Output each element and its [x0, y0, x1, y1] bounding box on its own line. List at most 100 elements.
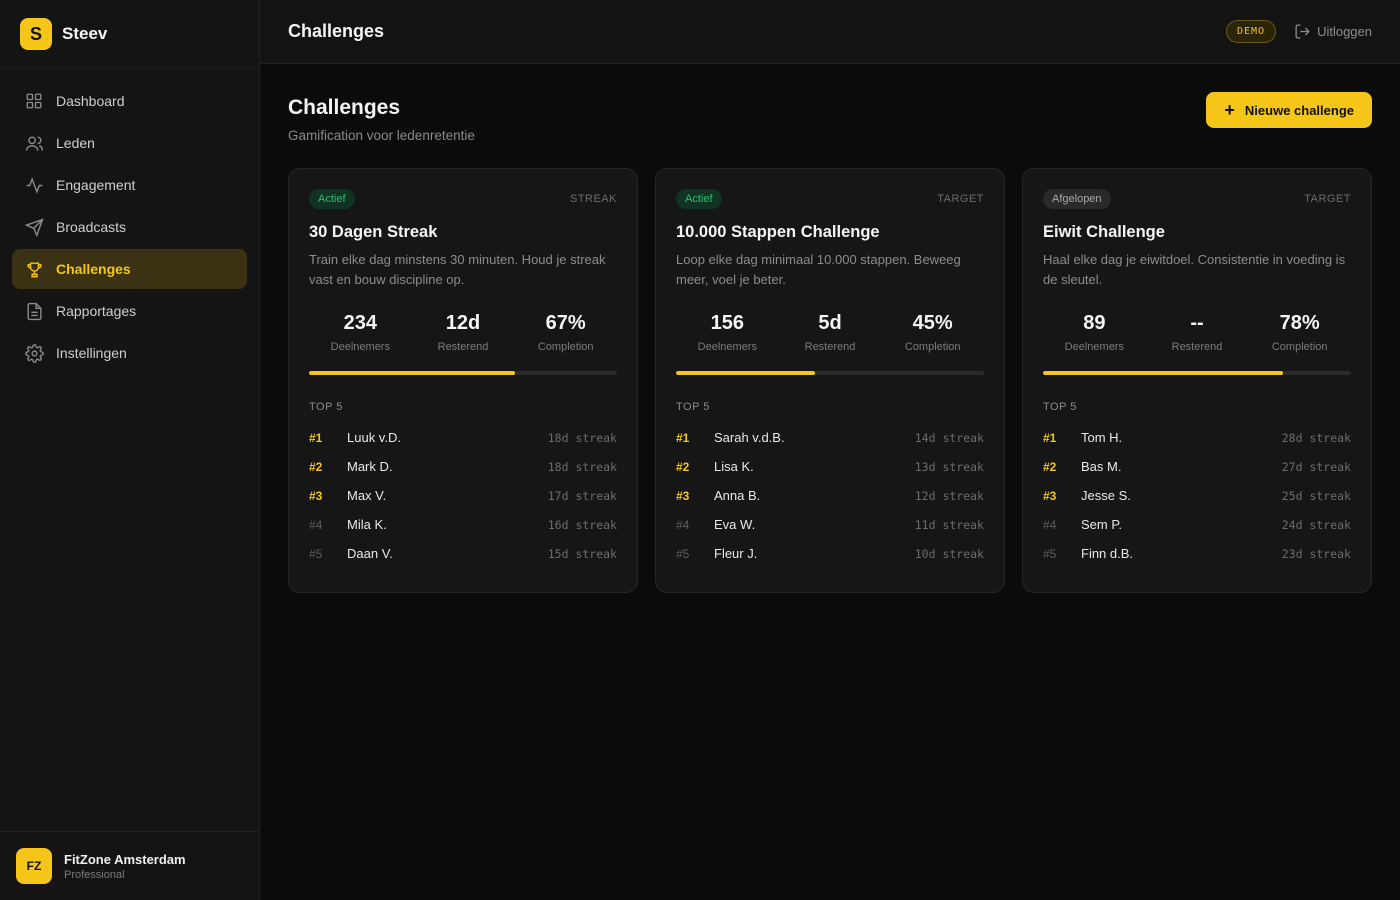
rank: #4	[676, 517, 690, 532]
challenge-title: 10.000 Stappen Challenge	[676, 223, 880, 241]
member-name: Max V.	[347, 488, 387, 503]
challenge-type: TARGET	[937, 193, 984, 205]
list-item[interactable]: #2 Bas M. 27d streak	[1043, 452, 1351, 481]
new-challenge-button[interactable]: + Nieuwe challenge	[1206, 92, 1372, 128]
org-switcher[interactable]: FZ FitZone Amsterdam Professional	[0, 831, 259, 900]
rank: #5	[676, 546, 690, 561]
demo-badge: DEMO	[1225, 20, 1277, 43]
logout-button[interactable]: Uitloggen	[1294, 23, 1372, 40]
progress-fill	[309, 371, 516, 375]
list-item[interactable]: #1 Sarah v.d.B. 14d streak	[676, 423, 984, 452]
list-item[interactable]: #5 Daan V. 15d streak	[309, 539, 617, 568]
streak-value: 16d streak	[547, 517, 617, 532]
progress-bar	[309, 371, 617, 375]
stat-label: Resterend	[1171, 341, 1223, 353]
rank: #4	[309, 517, 323, 532]
list-item[interactable]: #3 Jesse S. 25d streak	[1043, 481, 1351, 510]
stat-remaining: 12d Resterend	[412, 312, 515, 353]
streak-value: 15d streak	[547, 546, 617, 561]
member-name: Mila K.	[347, 517, 387, 532]
challenge-card[interactable]: Afgelopen TARGET Eiwit Challenge Haal el…	[1022, 168, 1372, 593]
list-item[interactable]: #4 Mila K. 16d streak	[309, 510, 617, 539]
stat-completion: 67% Completion	[514, 312, 617, 353]
avatar: FZ	[16, 848, 52, 884]
brand-logo: S	[20, 18, 52, 50]
progress-fill	[676, 371, 815, 375]
stat-label: Deelnemers	[1064, 341, 1124, 353]
card-header: Actief STREAK	[309, 189, 617, 209]
brand-name: Steev	[62, 24, 108, 43]
list-item[interactable]: #1 Luuk v.D. 18d streak	[309, 423, 617, 452]
new-challenge-label: Nieuwe challenge	[1244, 102, 1354, 118]
sidebar-item-instellingen[interactable]: Instellingen	[12, 333, 247, 373]
stat-completion: 78% Completion	[1248, 312, 1351, 353]
progress-bar	[1043, 371, 1351, 375]
plus-icon: +	[1224, 100, 1235, 120]
list-item[interactable]: #3 Anna B. 12d streak	[676, 481, 984, 510]
sidebar-item-leden[interactable]: Leden	[12, 123, 247, 163]
sidebar-item-dashboard[interactable]: Dashboard	[12, 81, 247, 121]
sidebar-item-label: Broadcasts	[56, 219, 127, 235]
users-icon	[24, 133, 44, 153]
stat-label: Deelnemers	[697, 341, 757, 353]
list-item[interactable]: #5 Finn d.B. 23d streak	[1043, 539, 1351, 568]
sidebar-item-label: Challenges	[56, 261, 131, 277]
challenge-card[interactable]: Actief TARGET 10.000 Stappen Challenge L…	[655, 168, 1005, 593]
stat-value: 5d	[818, 312, 842, 334]
member-name: Mark D.	[347, 459, 393, 474]
streak-value: 12d streak	[914, 488, 984, 503]
sidebar-item-rapportages[interactable]: Rapportages	[12, 291, 247, 331]
member-name: Anna B.	[714, 488, 761, 503]
stat-value: 67%	[545, 312, 586, 334]
stat-label: Resterend	[804, 341, 856, 353]
sidebar: S Steev Dashboard Leden Engagement Broad…	[0, 0, 260, 900]
challenge-title: Eiwit Challenge	[1043, 223, 1165, 241]
member-name: Finn d.B.	[1081, 546, 1134, 561]
gear-icon	[24, 343, 44, 363]
challenge-type: TARGET	[1304, 193, 1351, 205]
challenge-title: 30 Dagen Streak	[309, 223, 438, 241]
challenge-description: Train elke dag minstens 30 minuten. Houd…	[309, 252, 606, 287]
stat-label: Completion	[1271, 341, 1328, 353]
streak-value: 28d streak	[1281, 430, 1351, 445]
leaderboard: #1 Luuk v.D. 18d streak #2 Mark D. 18d strea…	[309, 423, 617, 568]
progress-fill	[1043, 371, 1284, 375]
challenge-stats: 156 Deelnemers 5d Resterend 45% Completi…	[676, 312, 984, 353]
status-badge: Afgelopen	[1043, 189, 1111, 209]
challenge-card[interactable]: Actief STREAK 30 Dagen Streak Train elke…	[288, 168, 638, 593]
stat-value: 78%	[1279, 312, 1320, 334]
member-name: Tom H.	[1081, 430, 1123, 445]
member-name: Sem P.	[1081, 517, 1122, 532]
progress-bar	[676, 371, 984, 375]
leaderboard-title: TOP 5	[1043, 401, 1077, 413]
list-item[interactable]: #2 Mark D. 18d streak	[309, 452, 617, 481]
stat-label: Resterend	[437, 341, 489, 353]
stat-remaining: 5d Resterend	[779, 312, 882, 353]
org-info: FitZone Amsterdam Professional	[64, 852, 186, 881]
org-name: FitZone Amsterdam	[64, 851, 186, 867]
challenge-stats: 89 Deelnemers -- Resterend 78% Completio…	[1043, 312, 1351, 353]
list-item[interactable]: #3 Max V. 17d streak	[309, 481, 617, 510]
member-name: Eva W.	[714, 517, 756, 532]
list-item[interactable]: #4 Eva W. 11d streak	[676, 510, 984, 539]
sidebar-item-engagement[interactable]: Engagement	[12, 165, 247, 205]
leaderboard-title: TOP 5	[676, 401, 710, 413]
rank: #1	[676, 430, 690, 445]
brand[interactable]: S Steev	[0, 0, 259, 69]
list-item[interactable]: #5 Fleur J. 10d streak	[676, 539, 984, 568]
topbar-actions: DEMO Uitloggen	[1225, 20, 1372, 43]
streak-value: 24d streak	[1281, 517, 1351, 532]
list-item[interactable]: #2 Lisa K. 13d streak	[676, 452, 984, 481]
rank: #5	[1043, 546, 1057, 561]
sidebar-item-challenges[interactable]: Challenges	[12, 249, 247, 289]
list-item[interactable]: #1 Tom H. 28d streak	[1043, 423, 1351, 452]
sidebar-item-broadcasts[interactable]: Broadcasts	[12, 207, 247, 247]
activity-icon	[24, 175, 44, 195]
list-item[interactable]: #4 Sem P. 24d streak	[1043, 510, 1351, 539]
sidebar-item-label: Engagement	[56, 177, 136, 193]
rank: #1	[309, 430, 323, 445]
trophy-icon	[24, 259, 44, 279]
stat-label: Completion	[904, 341, 961, 353]
challenge-cards: Actief STREAK 30 Dagen Streak Train elke…	[288, 168, 1372, 593]
rank: #3	[309, 488, 323, 503]
